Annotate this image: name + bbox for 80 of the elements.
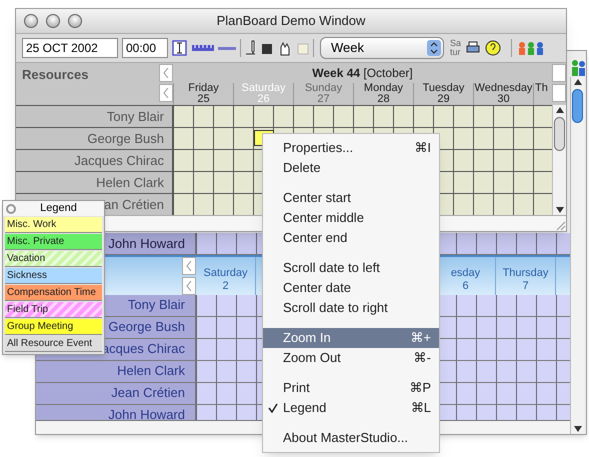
date-label: 28: [377, 94, 390, 105]
date-label: 29: [437, 94, 450, 105]
scroll-down-icon[interactable]: [556, 207, 564, 213]
view-select[interactable]: Week: [320, 37, 444, 59]
menu-item[interactable]: Center start: [263, 188, 439, 208]
scroll-up-icon[interactable]: [556, 107, 564, 113]
day-label: Monday: [364, 83, 404, 94]
menu-item[interactable]: Zoom In ⌘+: [263, 328, 439, 348]
date-label: 6: [462, 280, 469, 293]
day-label: Friday: [188, 83, 219, 94]
scroll-down-icon[interactable]: [574, 426, 582, 432]
time-field[interactable]: 00:00: [122, 38, 168, 58]
legend-item[interactable]: Misc. Work: [5, 217, 102, 233]
window-control-button[interactable]: [68, 14, 82, 28]
menu-item[interactable]: Delete: [263, 158, 439, 178]
menu-item[interactable]: Zoom Out ⌘-: [263, 348, 439, 368]
menu-item[interactable]: Center end: [263, 228, 439, 248]
week-title: Week 44: [312, 66, 360, 80]
palette-title: Legend: [39, 201, 78, 216]
people-icon[interactable]: [570, 59, 586, 77]
menu-item[interactable]: Print ⌘P: [263, 378, 439, 398]
date-field[interactable]: 25 OCT 2002: [22, 38, 118, 58]
resource-label: George Bush: [16, 128, 173, 149]
scroll-left-button[interactable]: [182, 277, 196, 295]
legend-item[interactable]: All Resource Event: [5, 336, 102, 352]
legend-item[interactable]: Sickness: [5, 268, 102, 284]
month-label: [October]: [363, 66, 413, 80]
legend-item[interactable]: Field Trip: [5, 302, 102, 318]
window-title: PlanBoard Demo Window: [216, 12, 366, 30]
resource-label: Helen Clark: [36, 361, 196, 382]
menu-item[interactable]: Center middle: [263, 208, 439, 228]
vertical-scrollbar[interactable]: [552, 105, 566, 215]
resource-label: Jacques Chirac: [16, 150, 173, 171]
date-label: 30: [497, 94, 510, 105]
day-label: Thursday: [502, 267, 548, 280]
select-arrows-icon: [427, 40, 441, 56]
resources-header: Resources: [21, 66, 90, 84]
cursor-icon[interactable]: [172, 40, 188, 56]
date-label: 26: [257, 94, 270, 105]
scroll-left-button[interactable]: [159, 84, 173, 102]
vertical-scrollbar[interactable]: [570, 77, 584, 434]
resource-label: Tony Blair: [16, 106, 173, 127]
date-label: 27: [317, 94, 330, 105]
pen-icon[interactable]: [245, 40, 257, 56]
resource-label: Jean Crétien: [36, 383, 196, 404]
day-label: Sunday: [304, 83, 342, 94]
legend-item[interactable]: Vacation: [5, 251, 102, 267]
day-label: Tuesday: [422, 83, 464, 94]
date-label: 25: [197, 94, 210, 105]
scroll-up-icon[interactable]: [574, 79, 582, 85]
day-label: esday: [450, 267, 480, 280]
window-control-button[interactable]: [46, 14, 60, 28]
day-label: Saturday: [203, 267, 248, 280]
help-icon[interactable]: [485, 40, 502, 56]
legend-item[interactable]: Compensation Time: [5, 285, 102, 301]
resource-label: Helen Clark: [16, 172, 173, 193]
check-icon: [268, 403, 278, 413]
day-label: Wednesday: [474, 83, 532, 94]
legend-item[interactable]: Misc. Private: [5, 234, 102, 250]
menu-item[interactable]: Center date: [263, 278, 439, 298]
menu-item[interactable]: Legend ⌘L: [263, 398, 439, 418]
window-control-button[interactable]: [24, 14, 38, 28]
scroll-left-button[interactable]: [182, 257, 196, 275]
day-label: Saturday: [241, 83, 286, 94]
resize-grip-icon[interactable]: [554, 219, 566, 231]
scroll-left-button[interactable]: [159, 64, 173, 82]
menu-item[interactable]: Properties... ⌘I: [263, 138, 439, 158]
menu-item[interactable]: About MasterStudio...: [263, 428, 439, 448]
menu-item[interactable]: Scroll date to left: [263, 258, 439, 278]
legend-item[interactable]: Group Meeting: [5, 319, 102, 335]
close-button[interactable]: [6, 204, 16, 214]
scroll-thumb[interactable]: [554, 117, 565, 151]
date-label: 2: [222, 280, 229, 293]
scroll-thumb[interactable]: [572, 89, 583, 123]
menu-item[interactable]: Scroll date to right: [263, 298, 439, 318]
date-label: 7: [522, 280, 529, 293]
day-abbreviation: Sa: [450, 39, 462, 48]
resource-label: John Howard: [36, 405, 196, 420]
day-abbreviation: tur: [450, 48, 462, 57]
day-label: Th: [535, 83, 548, 94]
